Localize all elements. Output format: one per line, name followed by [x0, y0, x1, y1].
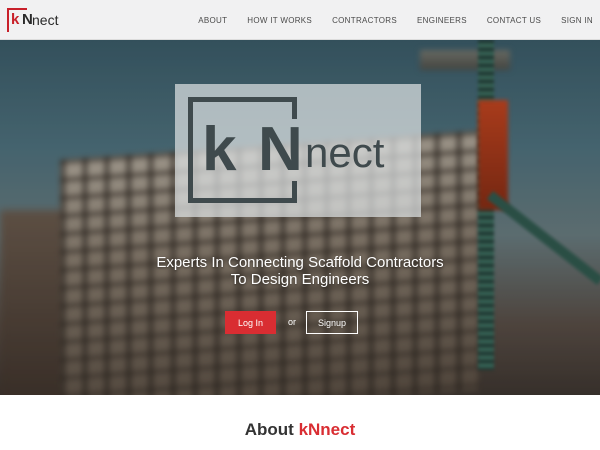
nav-menu: ABOUT HOW IT WORKS CONTRACTORS ENGINEERS… [178, 0, 593, 40]
top-navbar: k N nect ABOUT HOW IT WORKS CONTRACTORS … [0, 0, 600, 40]
hero-cta-group: Log In or Signup [225, 311, 365, 335]
about-heading-prefix: About [244, 420, 299, 439]
login-button[interactable]: Log In [225, 311, 276, 334]
about-section: About kNnect [0, 395, 600, 450]
logo-wordmark: nect [32, 12, 59, 28]
hero-section: k N nect Experts In Connecting Scaffold … [0, 40, 600, 395]
about-heading-brand: kNnect [298, 420, 356, 439]
nav-link-engineers[interactable]: ENGINEERS [417, 16, 467, 25]
hero-logo-wordmark: nect [305, 129, 385, 176]
hero-tagline: Experts In Connecting Scaffold Contracto… [100, 254, 500, 288]
hero-logo-frame-bottom [245, 198, 297, 203]
logo-letter-k: k [11, 11, 19, 28]
nav-link-about[interactable]: ABOUT [198, 16, 227, 25]
hero-tagline-line-1: Experts In Connecting Scaffold Contracto… [156, 254, 444, 271]
hero-logo-letter-n: N [258, 115, 303, 184]
about-heading: About kNnect [0, 420, 600, 440]
site-logo[interactable]: k N nect [7, 8, 65, 32]
hero-logo: k N nect [175, 84, 421, 217]
hero-tagline-line-2: To Design Engineers [230, 271, 370, 288]
hero-logo-frame-top [245, 97, 297, 102]
signup-button[interactable]: Signup [306, 311, 358, 334]
nav-link-sign-in[interactable]: SIGN IN [561, 16, 593, 25]
nav-link-how-it-works[interactable]: HOW IT WORKS [247, 16, 312, 25]
nav-link-contact-us[interactable]: CONTACT US [487, 16, 541, 25]
or-separator: or [288, 317, 297, 327]
nav-link-contractors[interactable]: CONTRACTORS [332, 16, 397, 25]
hero-logo-letter-k: k [202, 115, 237, 184]
